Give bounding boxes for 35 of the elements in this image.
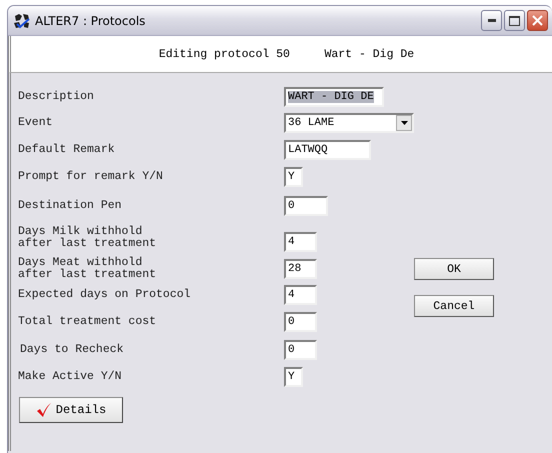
details-button[interactable]: Details xyxy=(19,397,123,423)
input-field[interactable]: 4 xyxy=(284,285,317,305)
field-label: Event xyxy=(18,117,54,129)
maximize-icon xyxy=(509,16,520,26)
field-label: Days to Recheck xyxy=(19,344,125,356)
dropdown-field[interactable]: 36 LAME xyxy=(284,113,414,133)
field-label: Expected days on Protocol xyxy=(18,289,192,301)
close-button[interactable] xyxy=(527,10,548,31)
input-field[interactable]: 28 xyxy=(284,259,317,279)
dialog-button[interactable]: OK xyxy=(414,258,494,280)
checkmark-icon xyxy=(36,402,52,418)
field-label: Destination Pen xyxy=(18,200,123,212)
field-label: Days Meat withhold after last treatment xyxy=(18,257,158,281)
field-label: Default Remark xyxy=(18,144,116,156)
header-text: Editing protocol 50 Wart - Dig De xyxy=(158,48,414,60)
input-field[interactable]: 4 xyxy=(284,232,317,252)
field-label: Total treatment cost xyxy=(18,316,158,328)
close-icon xyxy=(532,15,543,26)
minimize-button[interactable] xyxy=(481,10,502,31)
app-icon xyxy=(13,12,31,28)
input-field[interactable]: WART - DIG DE xyxy=(284,87,384,107)
input-field[interactable]: LATWQQ xyxy=(284,140,371,160)
field-label: Prompt for remark Y/N xyxy=(18,171,164,183)
input-field[interactable]: 0 xyxy=(284,312,317,332)
field-label: Description xyxy=(18,91,95,103)
dialog-button[interactable]: Cancel xyxy=(414,295,494,317)
minimize-icon xyxy=(488,19,496,22)
field-label: Make Active Y/N xyxy=(18,371,123,383)
maximize-button[interactable] xyxy=(504,10,525,31)
input-field[interactable]: 0 xyxy=(284,340,317,360)
field-label: Days Milk withhold after last treatment xyxy=(18,226,158,250)
input-field[interactable]: 0 xyxy=(284,196,328,216)
input-field[interactable]: Y xyxy=(284,167,303,187)
input-field[interactable]: Y xyxy=(284,367,303,387)
window-title: ALTER7 : Protocols xyxy=(35,14,146,28)
